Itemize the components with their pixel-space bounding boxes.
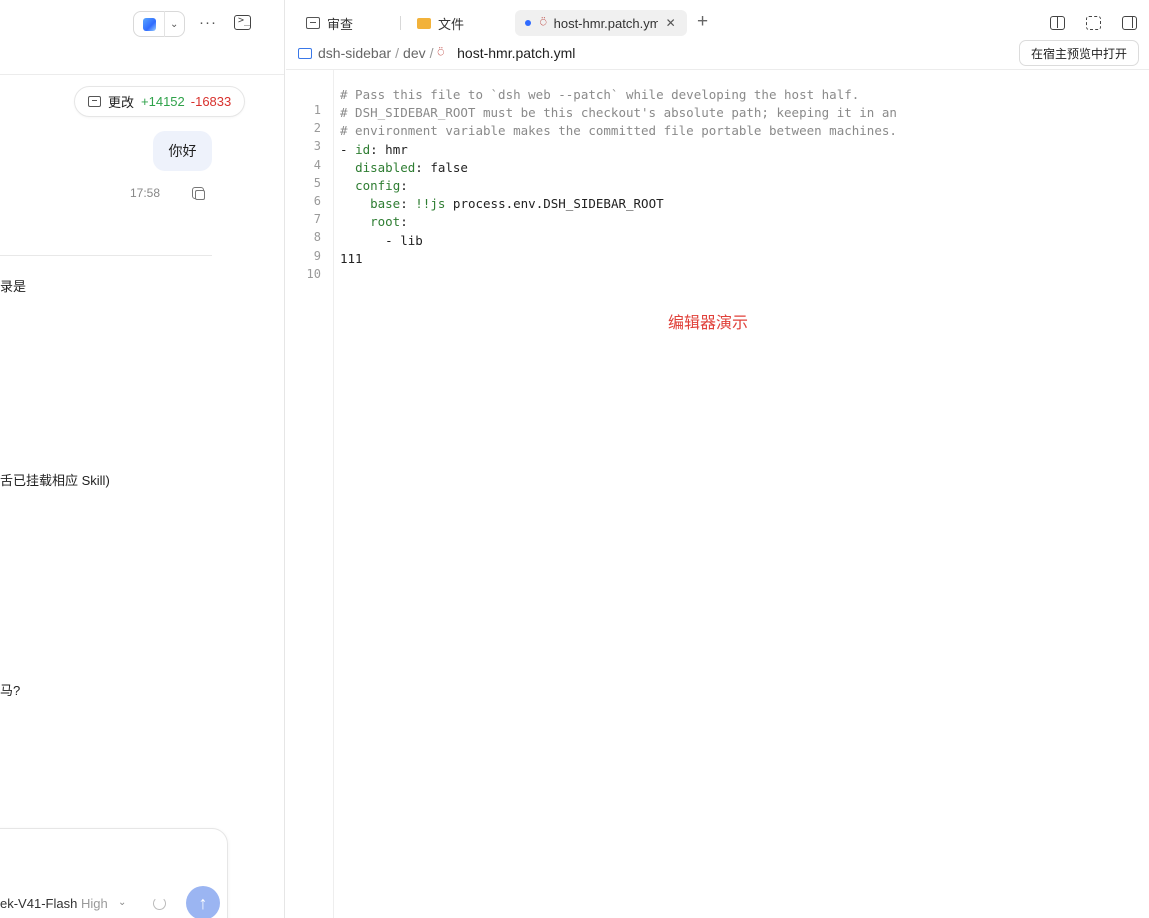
message-timestamp: 17:58 xyxy=(130,186,161,200)
code-line-111[interactable]: 111 xyxy=(340,250,363,268)
app-logo-icon xyxy=(143,17,156,31)
fullscreen-icon[interactable] xyxy=(1086,16,1101,30)
line-number: 1 xyxy=(313,103,321,117)
editor-demo-label: 编辑器演示 xyxy=(668,315,749,332)
diff-icon xyxy=(88,96,101,107)
copy-icon[interactable] xyxy=(192,187,205,200)
breadcrumb: dsh-sidebar / dev / ⍥ host-hmr.patch.yml xyxy=(298,43,575,63)
code-key: base xyxy=(370,196,401,211)
line-number: 10 xyxy=(306,267,321,281)
changes-summary-button[interactable]: 更改 +14152 -16833 xyxy=(74,86,246,117)
send-button[interactable]: ↑ xyxy=(186,886,220,918)
editor-divider xyxy=(286,69,1149,70)
code-comment-line[interactable]: # DSH_SIDEBAR_ROOT must be this checkout… xyxy=(340,104,897,122)
line-number: 3 xyxy=(313,139,321,153)
line-number: 6 xyxy=(313,194,321,208)
code-token: : false xyxy=(415,160,468,175)
code-line-root[interactable]: root: xyxy=(340,213,408,231)
code-line-config[interactable]: config: xyxy=(340,177,408,195)
assistant-text-fragment: 舌已挂载相应 Skill) xyxy=(0,473,110,488)
code-comment-line[interactable]: # Pass this file to `dsh web --patch` wh… xyxy=(340,86,859,104)
breadcrumb-separator: / xyxy=(395,45,400,61)
add-tab-icon[interactable]: + xyxy=(697,11,708,33)
breadcrumb-dir[interactable]: dev xyxy=(403,45,426,61)
breadcrumb-separator: / xyxy=(429,45,434,61)
code-token: : xyxy=(400,178,408,193)
chat-pane xyxy=(0,0,285,918)
line-number-gutter: 1 2 3 4 5 6 7 8 9 10 xyxy=(286,70,334,918)
folder-icon xyxy=(417,17,431,29)
yml-file-icon: ⍥ xyxy=(437,46,445,59)
chevron-down-icon[interactable]: ⌄ xyxy=(118,897,126,908)
code-key: root xyxy=(370,214,401,229)
code-line-lib[interactable]: - lib xyxy=(340,232,423,250)
tab-label: 审查 xyxy=(327,16,354,32)
tab-separator xyxy=(400,16,401,30)
code-token: : xyxy=(400,196,416,211)
unsaved-dot-icon xyxy=(525,20,531,26)
open-in-host-preview-button[interactable]: 在宿主预览中打开 xyxy=(1019,40,1140,66)
breadcrumb-file: host-hmr.patch.yml xyxy=(457,45,576,61)
app-switcher-divider xyxy=(164,11,165,37)
line-number: 8 xyxy=(313,230,321,244)
code-token: - xyxy=(340,142,356,157)
code-token: - lib xyxy=(385,233,423,248)
code-line-disabled[interactable]: disabled: false xyxy=(340,159,468,177)
tab-label: host-hmr.patch.yml xyxy=(553,15,658,31)
changes-label: 更改 xyxy=(108,95,135,110)
tab-label: 文件 xyxy=(438,16,465,32)
split-view-icon[interactable] xyxy=(1050,16,1065,30)
model-effort: High xyxy=(80,896,108,911)
app-switcher-button[interactable]: ⌄ xyxy=(133,11,185,37)
additions-count: +14152 xyxy=(141,94,185,109)
tab-active-file[interactable]: ⍥ host-hmr.patch.yml ✕ xyxy=(515,10,687,36)
code-key: config xyxy=(355,178,401,193)
folder-icon xyxy=(298,47,312,59)
code-line-base[interactable]: base: !!js process.env.DSH_SIDEBAR_ROOT xyxy=(340,195,664,213)
code-comment-line[interactable]: # environment variable makes the committ… xyxy=(340,122,897,140)
code-key: id xyxy=(355,142,371,157)
deletions-count: -16833 xyxy=(190,94,232,109)
sidebar-toggle-icon[interactable] xyxy=(1122,16,1137,30)
loading-spinner-icon xyxy=(153,897,166,910)
review-icon xyxy=(306,17,320,29)
assistant-text-fragment: 马? xyxy=(0,683,21,698)
message-divider xyxy=(0,255,212,256)
code-token: : xyxy=(400,214,408,229)
user-message-bubble: 你好 xyxy=(153,131,212,171)
line-number: 5 xyxy=(313,176,321,190)
yml-file-icon: ⍥ xyxy=(540,16,547,29)
tab-files[interactable]: 文件 xyxy=(417,10,464,36)
line-number: 2 xyxy=(313,121,321,135)
line-number: 4 xyxy=(313,158,321,172)
tab-review[interactable]: 审查 xyxy=(306,10,353,36)
breadcrumb-root[interactable]: dsh-sidebar xyxy=(318,45,391,61)
code-line-id[interactable]: - id: hmr xyxy=(340,141,408,159)
code-token: : hmr xyxy=(370,142,408,157)
line-number: 7 xyxy=(313,212,321,226)
send-arrow-icon: ↑ xyxy=(198,892,208,913)
code-tag: !!js xyxy=(415,196,446,211)
assistant-text-fragment: 录是 xyxy=(0,279,27,294)
model-name: ek-V41-Flash xyxy=(0,896,78,911)
code-token: process.env.DSH_SIDEBAR_ROOT xyxy=(445,196,664,211)
terminal-icon[interactable]: >_ xyxy=(234,15,251,30)
code-key: disabled xyxy=(355,160,416,175)
line-number: 9 xyxy=(313,249,321,263)
editor-tab-bar xyxy=(286,0,1149,44)
close-icon[interactable]: ✕ xyxy=(666,16,676,30)
chevron-down-icon: ⌄ xyxy=(170,18,179,30)
more-icon[interactable]: ··· xyxy=(199,14,217,31)
model-selector[interactable]: ek-V41-Flash High xyxy=(0,896,108,911)
